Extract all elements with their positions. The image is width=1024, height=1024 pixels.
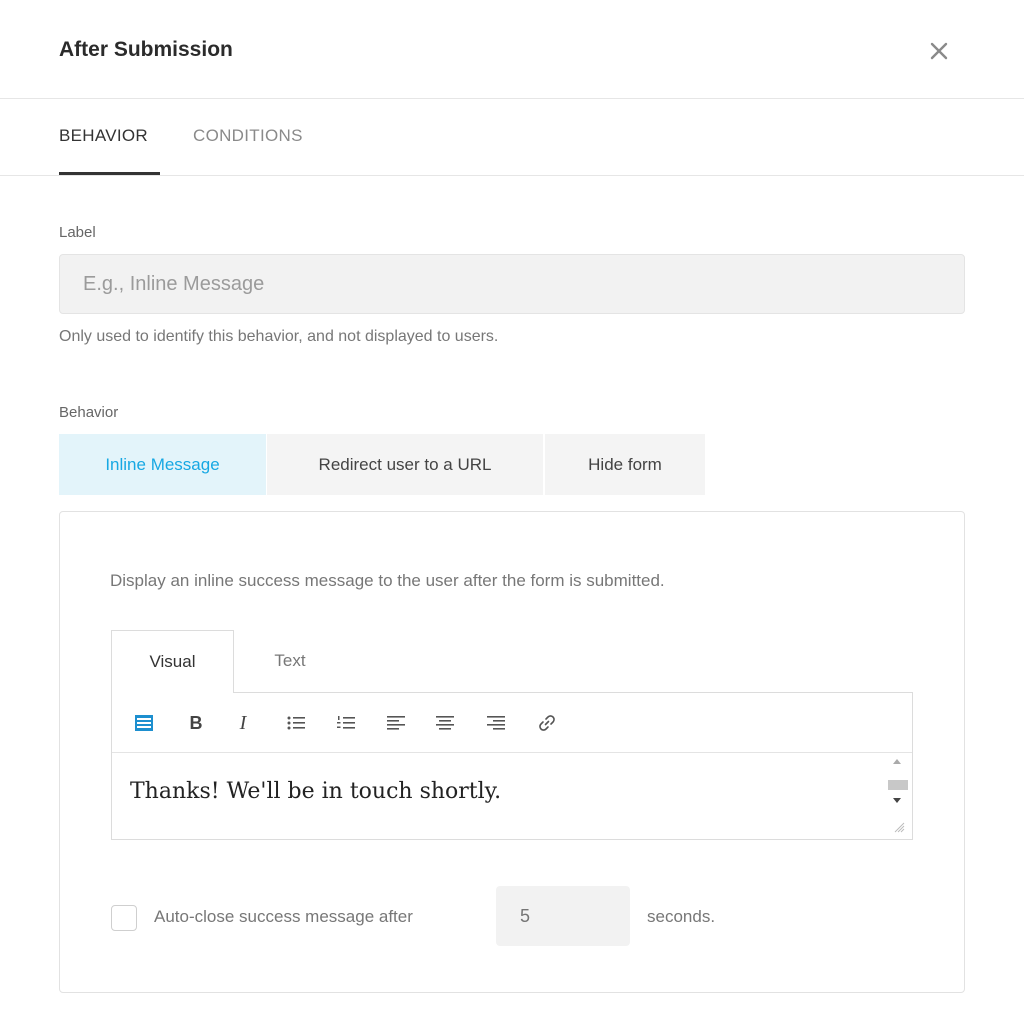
italic-icon[interactable]: I (240, 712, 247, 735)
align-right-button[interactable] (484, 711, 508, 735)
settings-tabs: BEHAVIOR CONDITIONS (0, 99, 1024, 176)
editor-tab-text[interactable]: Text (235, 630, 345, 692)
scroll-down-arrow-icon[interactable] (893, 798, 901, 803)
italic-button[interactable]: I (231, 711, 255, 735)
bold-icon[interactable]: B (190, 713, 203, 734)
behavior-option-hide-form[interactable]: Hide form (545, 434, 705, 495)
dialog-header: After Submission (0, 0, 1024, 99)
behavior-option-inline-message[interactable]: Inline Message (59, 434, 266, 495)
align-center-button[interactable] (433, 711, 457, 735)
align-center-icon[interactable] (435, 714, 455, 732)
link-button[interactable] (535, 711, 559, 735)
toolbar-toggle-icon[interactable] (134, 714, 154, 732)
editor-toolbar: B I (112, 693, 912, 753)
label-help-text: Only used to identify this behavior, and… (59, 328, 499, 345)
link-icon[interactable] (537, 713, 557, 733)
align-left-icon[interactable] (386, 714, 406, 732)
numbered-list-icon[interactable] (336, 714, 356, 732)
numbered-list-button[interactable] (334, 711, 358, 735)
scroll-up-arrow-icon[interactable] (893, 759, 901, 764)
auto-close-checkbox[interactable] (111, 905, 137, 931)
message-content[interactable]: Thanks! We'll be in touch shortly. (130, 779, 501, 804)
inline-message-description: Display an inline success message to the… (110, 571, 665, 590)
editor-scrollbar[interactable] (888, 755, 908, 839)
active-tab-indicator (59, 172, 160, 175)
tab-conditions[interactable]: CONDITIONS (193, 126, 303, 146)
dialog-title: After Submission (59, 38, 233, 61)
editor-tab-visual[interactable]: Visual (111, 630, 234, 693)
label-field-label: Label (59, 224, 96, 241)
scroll-thumb[interactable] (888, 780, 908, 790)
auto-close-seconds-input[interactable] (496, 886, 630, 946)
message-editor: B I Thanks! We'll be in touch shortly. (111, 692, 913, 840)
behavior-field-label: Behavior (59, 404, 119, 421)
align-left-button[interactable] (384, 711, 408, 735)
align-right-icon[interactable] (486, 714, 506, 732)
bulleted-list-button[interactable] (284, 711, 308, 735)
bold-button[interactable]: B (184, 711, 208, 735)
tab-behavior[interactable]: BEHAVIOR (59, 126, 148, 146)
auto-close-label: Auto-close success message after (154, 907, 413, 926)
close-button[interactable] (924, 36, 954, 66)
close-icon[interactable] (924, 36, 954, 66)
bulleted-list-icon[interactable] (286, 714, 306, 732)
label-input[interactable] (59, 254, 965, 314)
behavior-option-redirect-url[interactable]: Redirect user to a URL (267, 434, 543, 495)
toolbar-toggle-button[interactable] (132, 711, 156, 735)
resize-grip-icon[interactable] (893, 821, 905, 833)
inline-message-panel: Display an inline success message to the… (59, 511, 965, 993)
seconds-unit-label: seconds. (647, 907, 716, 926)
